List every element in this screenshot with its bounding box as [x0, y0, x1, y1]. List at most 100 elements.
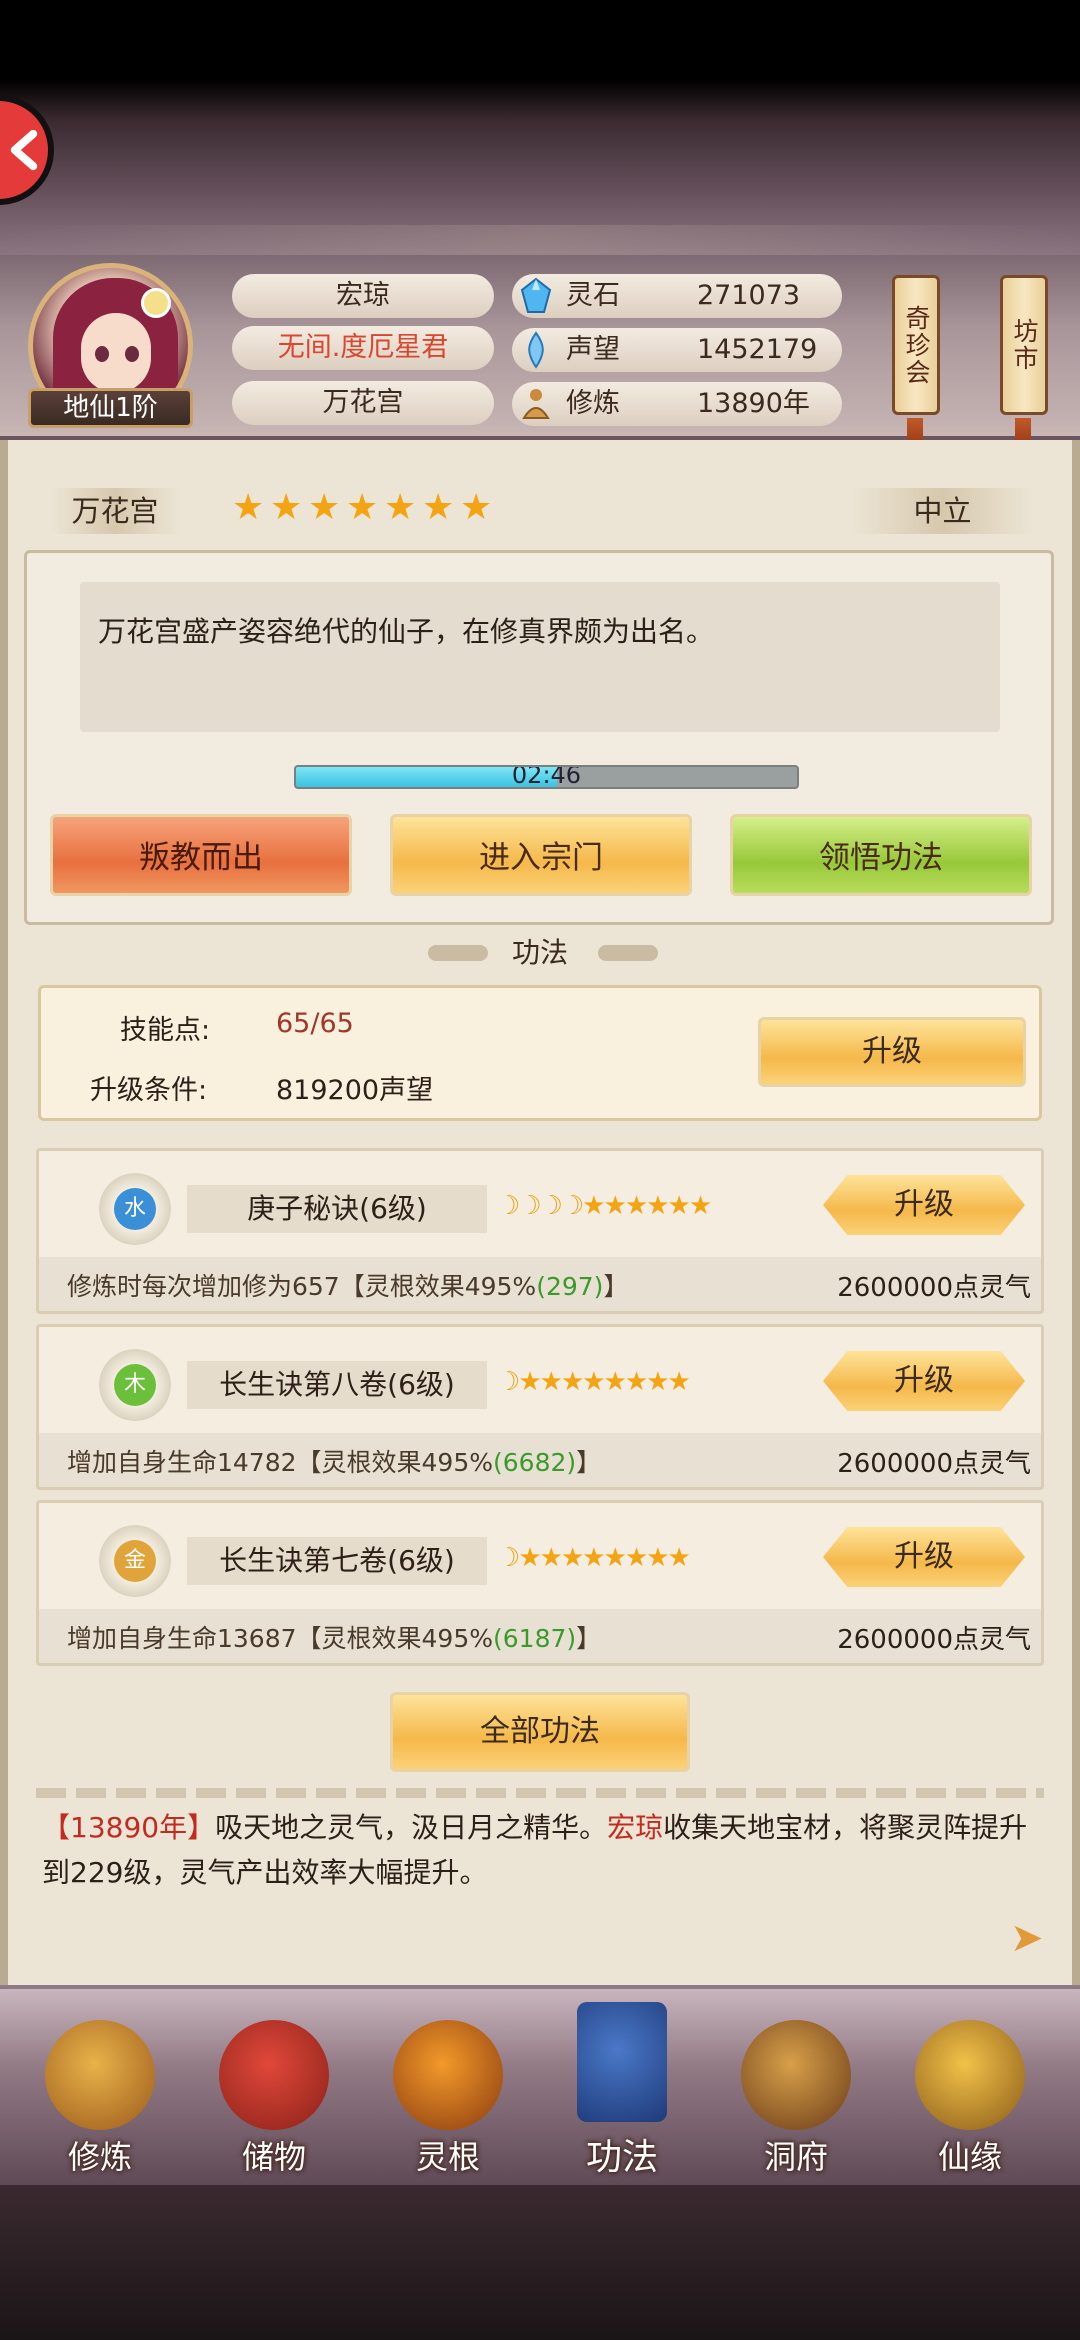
- log-divider: [36, 1788, 1044, 1798]
- nav-label: 储物: [241, 2138, 306, 2176]
- spirit-root-icon: [393, 2020, 503, 2130]
- treasure-fair-button[interactable]: 奇珍会: [892, 275, 940, 415]
- stat-spirit-stone: 灵石 271073: [512, 274, 842, 318]
- star-icon: ★: [624, 1367, 648, 1397]
- storage-bag-icon: [219, 2020, 329, 2130]
- reputation-icon: [528, 331, 544, 369]
- nav-label: 功法: [585, 2137, 658, 2178]
- star-icon: ★: [270, 487, 303, 528]
- stat-label: 声望: [566, 334, 620, 365]
- title-ornament: [598, 945, 658, 961]
- stat-cultivation: 修炼 13890年: [512, 382, 842, 426]
- star-icon: ★: [582, 1191, 605, 1221]
- nav-item-technique-book[interactable]: 功法: [547, 2002, 697, 2180]
- sect-description: 万花宫盛产姿容绝代的仙子，在修真界颇为出名。: [80, 582, 1000, 732]
- desc-highlight: (6187): [493, 1624, 577, 1653]
- star-icon: ★: [646, 1543, 669, 1573]
- nav-item-cave-mansion[interactable]: 洞府: [721, 2020, 871, 2180]
- sect-name: 万花宫: [50, 488, 180, 534]
- technique-cost: 2600000点灵气: [837, 1273, 1031, 1303]
- desc-highlight: (6682): [493, 1448, 577, 1477]
- technique-book-icon: [577, 2002, 667, 2122]
- sect-star-rating: ★ ★ ★ ★ ★ ★ ★: [232, 490, 496, 526]
- star-icon: ★: [346, 487, 379, 528]
- upgrade-requirement-value: 819200声望: [276, 1075, 434, 1106]
- desc-close: 】: [603, 1272, 629, 1301]
- technique-card: 木 长生诀第八卷(6级) ☽★★★★★★★★ 升级 增加自身生命14782【灵根…: [36, 1324, 1044, 1490]
- sect-timer-bar: 02:46: [294, 765, 799, 789]
- star-icon: ★: [603, 1543, 627, 1573]
- timer-text: 02:46: [511, 765, 582, 789]
- player-title[interactable]: 无间.度厄星君: [232, 326, 494, 370]
- rank-badge: 地仙1阶: [28, 388, 193, 428]
- all-techniques-button[interactable]: 全部功法: [390, 1692, 690, 1772]
- sect-alignment: 中立: [850, 488, 1035, 534]
- technique-level-stars: ☽★★★★★★★★: [497, 1543, 691, 1573]
- nav-item-spirit-root[interactable]: 灵根: [373, 2020, 523, 2180]
- upgrade-requirement-label: 升级条件:: [90, 1075, 208, 1106]
- moon-icon: ☽: [497, 1191, 520, 1221]
- star-icon: ★: [560, 1367, 584, 1397]
- nav-item-storage-bag[interactable]: 储物: [199, 2020, 349, 2180]
- next-page-arrow-icon[interactable]: ➤: [1010, 1915, 1058, 1961]
- stat-label: 修炼: [566, 388, 620, 419]
- star-icon: ★: [232, 487, 265, 528]
- nav-item-immortal-fate[interactable]: 仙缘: [895, 2020, 1045, 2180]
- star-icon: ★: [624, 1543, 648, 1573]
- star-icon: ★: [667, 1191, 691, 1221]
- moon-icon: ☽: [518, 1191, 541, 1221]
- stat-value: 13890年: [697, 388, 810, 419]
- technique-card: 水 庚子秘诀(6级) ☽☽☽☽★★★★★★ 升级 修炼时每次增加修为657【灵根…: [36, 1148, 1044, 1314]
- technique-level-stars: ☽☽☽☽★★★★★★: [497, 1191, 712, 1221]
- cultivation-icon: [522, 389, 550, 419]
- star-icon: ★: [422, 487, 455, 528]
- log-player-name: 宏琼: [607, 1811, 664, 1844]
- star-icon: ★: [603, 1367, 627, 1397]
- top-cloud-band: [0, 225, 1080, 255]
- avatar-face: [81, 313, 151, 393]
- nav-label: 灵根: [415, 2138, 480, 2176]
- log-text: 吸天地之灵气，汲日月之精华。: [215, 1811, 608, 1844]
- player-sect: 万花宫: [232, 381, 494, 425]
- moon-icon: ☽: [497, 1367, 520, 1397]
- technique-name: 长生诀第七卷(6级): [187, 1537, 487, 1585]
- technique-description: 增加自身生命13687【灵根效果495%(6187)】: [67, 1619, 601, 1655]
- leave-sect-button[interactable]: 叛教而出: [50, 814, 352, 896]
- star-icon: ★: [646, 1191, 669, 1221]
- technique-upgrade-button[interactable]: 升级: [823, 1351, 1025, 1411]
- star-icon: ★: [688, 1191, 712, 1221]
- player-name: 宏琼: [232, 274, 494, 318]
- technique-upgrade-button[interactable]: 升级: [823, 1527, 1025, 1587]
- technique-upgrade-button[interactable]: 升级: [823, 1175, 1025, 1235]
- nav-item-cultivate[interactable]: 修炼: [25, 2020, 175, 2180]
- moon-icon: ☽: [539, 1191, 563, 1221]
- technique-cost: 2600000点灵气: [837, 1449, 1031, 1479]
- stat-value: 271073: [697, 280, 801, 311]
- enter-sect-button[interactable]: 进入宗门: [390, 814, 692, 896]
- upgrade-skill-points-button[interactable]: 升级: [758, 1017, 1026, 1087]
- star-icon: ★: [646, 1367, 669, 1397]
- stat-reputation: 声望 1452179: [512, 328, 842, 372]
- technique-description: 修炼时每次增加修为657【灵根效果495%(297)】: [67, 1267, 628, 1303]
- star-icon: ★: [624, 1191, 648, 1221]
- star-icon: ★: [603, 1191, 627, 1221]
- star-icon: ★: [518, 1543, 541, 1573]
- skill-points-label: 技能点:: [120, 1015, 211, 1046]
- technique-card: 金 长生诀第七卷(6级) ☽★★★★★★★★ 升级 增加自身生命13687【灵根…: [36, 1500, 1044, 1666]
- technique-level-stars: ☽★★★★★★★★: [497, 1367, 691, 1397]
- star-icon: ★: [460, 487, 493, 528]
- moon-icon: ☽: [497, 1543, 520, 1573]
- technique-cost: 2600000点灵气: [837, 1625, 1031, 1655]
- element-badge: 水: [114, 1188, 156, 1230]
- technique-name: 长生诀第八卷(6级): [187, 1361, 487, 1409]
- wood-element-icon: 木: [99, 1349, 171, 1421]
- log-year: 13890年: [70, 1811, 188, 1844]
- market-button[interactable]: 坊市: [1000, 275, 1048, 415]
- star-icon: ★: [539, 1543, 563, 1573]
- comprehend-technique-button[interactable]: 领悟功法: [730, 814, 1032, 896]
- stat-value: 1452179: [697, 334, 818, 365]
- desc-highlight: (297): [536, 1272, 604, 1301]
- star-icon: ★: [518, 1367, 541, 1397]
- nav-label: 洞府: [763, 2138, 828, 2176]
- top-background: [0, 0, 1080, 255]
